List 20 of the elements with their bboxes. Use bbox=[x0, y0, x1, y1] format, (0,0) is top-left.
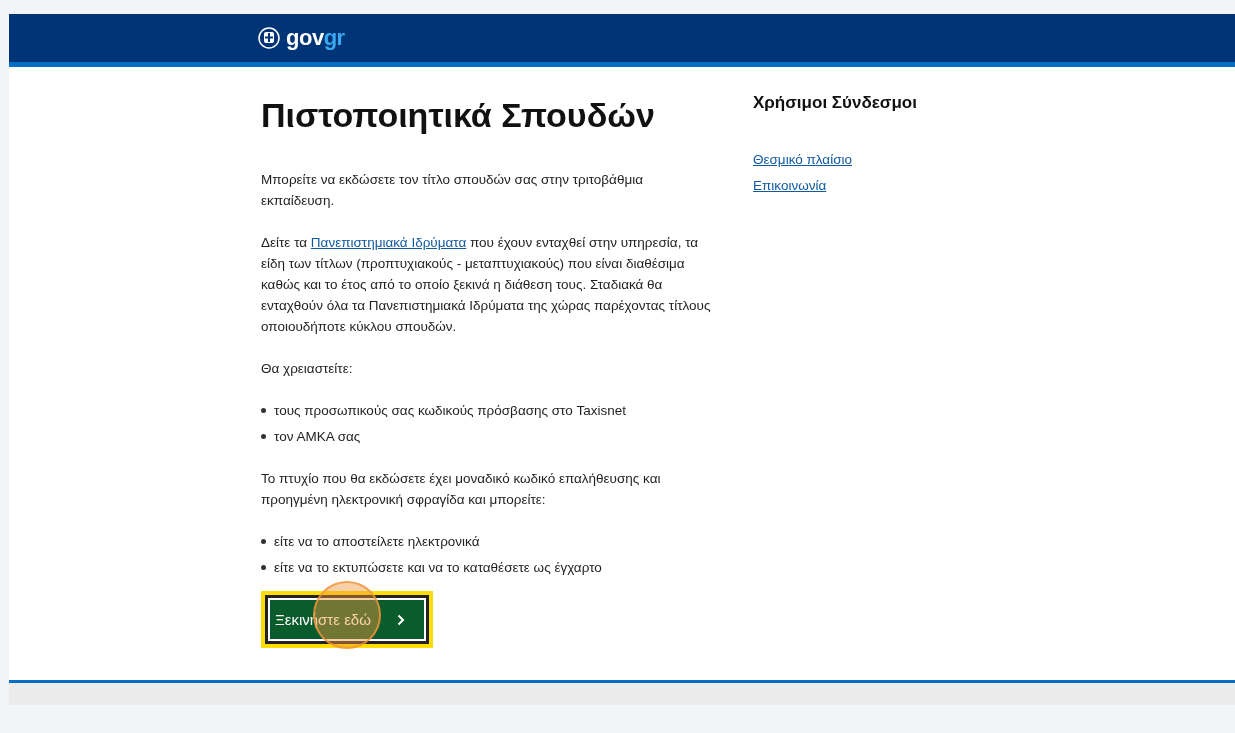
option-item: είτε να το εκτυπώσετε και να το καταθέσετε ως έγχαρτο bbox=[274, 559, 602, 577]
bullet-icon bbox=[261, 408, 266, 413]
sidebar-link[interactable]: Επικοινωνία bbox=[753, 173, 827, 199]
page-title: Πιστοποιητικά Σπουδών bbox=[261, 95, 656, 136]
requirements-heading: Θα χρειαστείτε: bbox=[261, 360, 354, 378]
chevron-icon bbox=[396, 613, 405, 626]
sidebar-link[interactable]: Θεσμικό πλαίσιο bbox=[753, 147, 852, 173]
institutions-link[interactable]: Πανεπιστημιακά Ιδρύματα bbox=[310, 235, 467, 250]
sidebar-title: Χρήσιμοι Σύνδεσμοι bbox=[753, 93, 918, 113]
degree-paragraph: Το πτυχίο που θα εκδώσετε έχει μοναδικό κωδικό επαλήθευσης και προηγμένη ηλεκτρονική σφραγίδα και μπορείτε: bbox=[261, 470, 662, 509]
option-item: είτε να το αποστείλετε ηλεκτρονικά bbox=[274, 533, 480, 551]
intro-text: Μπορείτε να εκδώσετε τον τίτλο σπουδών σας στην τριτοβάθμια εκπαίδευση. bbox=[261, 171, 644, 210]
site-logo[interactable]: govgr bbox=[286, 25, 345, 51]
requirement-item: τους προσωπικούς σας κωδικούς πρόσβασης στο Taxisnet bbox=[274, 402, 627, 420]
bullet-icon bbox=[261, 539, 266, 544]
requirement-item: τον ΑΜΚΑ σας bbox=[274, 428, 361, 446]
emblem-icon bbox=[258, 27, 280, 49]
bullet-icon bbox=[261, 565, 266, 570]
institutions-paragraph: Δείτε τα Πανεπιστημιακά Ιδρύματα που έχουν ενταχθεί στην υπηρεσία, τα είδη των τίτλων (προπτυχιακούς - μεταπτυχιακούς) που είναι διαθέσιμα καθώς και το έτος από το οποίο ξεκινά η διάθεση τους. Σταδιακά θα ενταχθούν όλα τα Πανεπιστημιακά Ιδρύματα της χώρας παρέχοντας τίτλους οποιουδήποτε κύκλου σπουδών. bbox=[261, 234, 712, 336]
bullet-icon bbox=[261, 434, 266, 439]
